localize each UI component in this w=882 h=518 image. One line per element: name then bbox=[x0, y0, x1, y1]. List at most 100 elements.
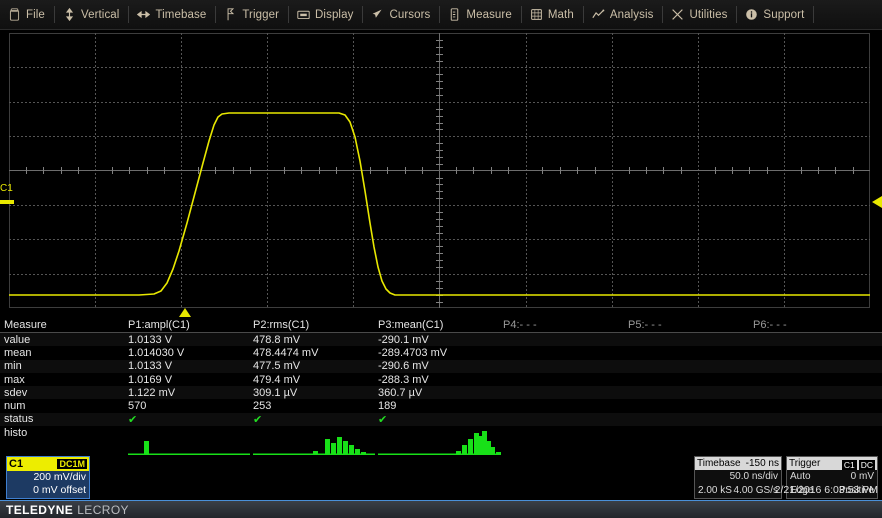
menu-item-trigger[interactable]: Trigger bbox=[216, 0, 288, 29]
p1-mean: 1.014030 V bbox=[128, 347, 184, 359]
menu-item-measure-label: Measure bbox=[466, 9, 511, 21]
column-header-p4[interactable]: P4:- - - bbox=[503, 319, 537, 331]
row-label-min: min bbox=[4, 360, 22, 372]
math-grid-icon bbox=[530, 8, 543, 21]
row-label-status: status bbox=[4, 413, 33, 425]
support-info-icon bbox=[745, 8, 758, 21]
p3-min: -290.6 mV bbox=[378, 360, 429, 372]
analysis-waveform-icon bbox=[592, 8, 605, 21]
menu-item-measure[interactable]: Measure bbox=[440, 0, 520, 29]
table-row: value 1.0133 V 478.8 mV -290.1 mV bbox=[0, 333, 882, 346]
table-row: mean 1.014030 V 478.4474 mV -289.4703 mV bbox=[0, 346, 882, 359]
measure-table-title: Measure bbox=[4, 319, 47, 331]
channel-descriptor-c1[interactable]: C1 DC1M 200 mV/div 0 mV offset bbox=[6, 456, 90, 499]
p2-max: 479.4 mV bbox=[253, 374, 300, 386]
column-header-p2[interactable]: P2:rms(C1) bbox=[253, 319, 309, 331]
p1-value: 1.0133 V bbox=[128, 334, 172, 346]
p3-max: -288.3 mV bbox=[378, 374, 429, 386]
column-header-p5[interactable]: P5:- - - bbox=[628, 319, 662, 331]
row-label-num: num bbox=[4, 400, 25, 412]
menu-item-math[interactable]: Math bbox=[522, 0, 583, 29]
trigger-coupling-badge[interactable]: DC bbox=[859, 460, 875, 470]
menu-item-vertical[interactable]: Vertical bbox=[55, 0, 129, 29]
p3-sdev: 360.7 µV bbox=[378, 387, 422, 399]
p1-min: 1.0133 V bbox=[128, 360, 172, 372]
cursor-arrow-icon bbox=[371, 8, 384, 21]
menu-item-file-label: File bbox=[26, 9, 45, 21]
menu-item-math-label: Math bbox=[548, 9, 574, 21]
status-bar: C1 DC1M 200 mV/div 0 mV offset Timebase … bbox=[0, 455, 882, 500]
menu-item-utilities[interactable]: Utilities bbox=[663, 0, 736, 29]
trigger-source-badge[interactable]: C1 bbox=[842, 460, 857, 470]
trigger-level-marker[interactable] bbox=[872, 196, 882, 208]
horizontal-arrows-icon bbox=[137, 8, 150, 21]
column-header-p3[interactable]: P3:mean(C1) bbox=[378, 319, 443, 331]
menu-item-vertical-label: Vertical bbox=[81, 9, 120, 21]
menu-item-cursors-label: Cursors bbox=[389, 9, 430, 21]
utilities-tools-icon bbox=[671, 8, 684, 21]
trigger-position-marker[interactable] bbox=[179, 308, 191, 317]
timebase-descriptor[interactable]: Timebase -150 ns 50.0 ns/div 2.00 kS 4.0… bbox=[694, 456, 782, 499]
menu-item-trigger-label: Trigger bbox=[242, 9, 279, 21]
table-row: max 1.0169 V 479.4 mV -288.3 mV bbox=[0, 373, 882, 386]
p2-min: 477.5 mV bbox=[253, 360, 300, 372]
oscilloscope-screen: File Vertical Timebase Trigger bbox=[0, 0, 882, 517]
menu-item-utilities-label: Utilities bbox=[689, 9, 727, 21]
p1-num: 570 bbox=[128, 400, 146, 412]
p3-num: 189 bbox=[378, 400, 396, 412]
brand-primary: TELEDYNE bbox=[6, 503, 73, 517]
timebase-acquisition-row: 2.00 kS 4.00 GS/s bbox=[695, 484, 781, 498]
p3-value: -290.1 mV bbox=[378, 334, 429, 346]
timestamp: 2/21/2016 6:03:53 PM bbox=[775, 484, 878, 496]
column-header-p6[interactable]: P6:- - - bbox=[753, 319, 787, 331]
measure-icon bbox=[448, 8, 461, 21]
trigger-title: Trigger bbox=[789, 458, 820, 469]
trigger-level: 0 mV bbox=[851, 470, 874, 484]
p1-max: 1.0169 V bbox=[128, 374, 172, 386]
channel-ground-label: C1 bbox=[0, 183, 13, 194]
file-icon bbox=[8, 8, 21, 21]
display-monitor-icon bbox=[297, 8, 310, 21]
waveform-trace bbox=[9, 33, 870, 308]
p1-sdev: 1.122 mV bbox=[128, 387, 175, 399]
p2-num: 253 bbox=[253, 400, 271, 412]
timebase-memory: 2.00 kS bbox=[698, 484, 732, 498]
menu-item-timebase[interactable]: Timebase bbox=[129, 0, 215, 29]
timebase-delay: -150 ns bbox=[746, 458, 779, 469]
row-label-mean: mean bbox=[4, 347, 32, 359]
p3-mean: -289.4703 mV bbox=[378, 347, 447, 359]
brand-bar: TELEDYNE LECROY bbox=[0, 500, 882, 518]
waveform-graticule[interactable]: C1 bbox=[9, 33, 870, 308]
menu-item-analysis-label: Analysis bbox=[610, 9, 654, 21]
timebase-title: Timebase bbox=[697, 458, 741, 469]
menu-item-analysis[interactable]: Analysis bbox=[584, 0, 663, 29]
row-label-max: max bbox=[4, 374, 25, 386]
p2-status-check-icon: ✔ bbox=[253, 413, 262, 426]
trigger-header: Trigger C1DC bbox=[787, 457, 877, 470]
menu-bar: File Vertical Timebase Trigger bbox=[0, 0, 882, 30]
table-row: status ✔ ✔ ✔ bbox=[0, 413, 882, 426]
menu-item-cursors[interactable]: Cursors bbox=[363, 0, 439, 29]
channel-offset: 0 mV offset bbox=[7, 484, 89, 497]
menu-item-file[interactable]: File bbox=[0, 0, 54, 29]
timebase-header: Timebase -150 ns bbox=[695, 457, 781, 470]
p2-sdev: 309.1 µV bbox=[253, 387, 297, 399]
trigger-flag-icon bbox=[224, 8, 237, 21]
menu-item-display-label: Display bbox=[315, 9, 353, 21]
channel-ground-marker[interactable] bbox=[0, 200, 14, 204]
table-row: sdev 1.122 mV 309.1 µV 360.7 µV bbox=[0, 386, 882, 399]
table-row: num 570 253 189 bbox=[0, 399, 882, 412]
row-label-value: value bbox=[4, 334, 30, 346]
measure-table: Measure P1:ampl(C1) P2:rms(C1) P3:mean(C… bbox=[0, 318, 882, 446]
table-row: min 1.0133 V 477.5 mV -290.6 mV bbox=[0, 360, 882, 373]
channel-volts-per-div: 200 mV/div bbox=[7, 471, 89, 484]
menu-item-display[interactable]: Display bbox=[289, 0, 362, 29]
trigger-mode: Auto bbox=[790, 470, 811, 484]
p2-value: 478.8 mV bbox=[253, 334, 300, 346]
vertical-arrows-icon bbox=[63, 8, 76, 21]
menu-item-support-label: Support bbox=[763, 9, 804, 21]
column-header-p1[interactable]: P1:ampl(C1) bbox=[128, 319, 190, 331]
p1-status-check-icon: ✔ bbox=[128, 413, 137, 426]
channel-coupling-badge[interactable]: DC1M bbox=[57, 459, 87, 469]
menu-item-support[interactable]: Support bbox=[737, 0, 813, 29]
